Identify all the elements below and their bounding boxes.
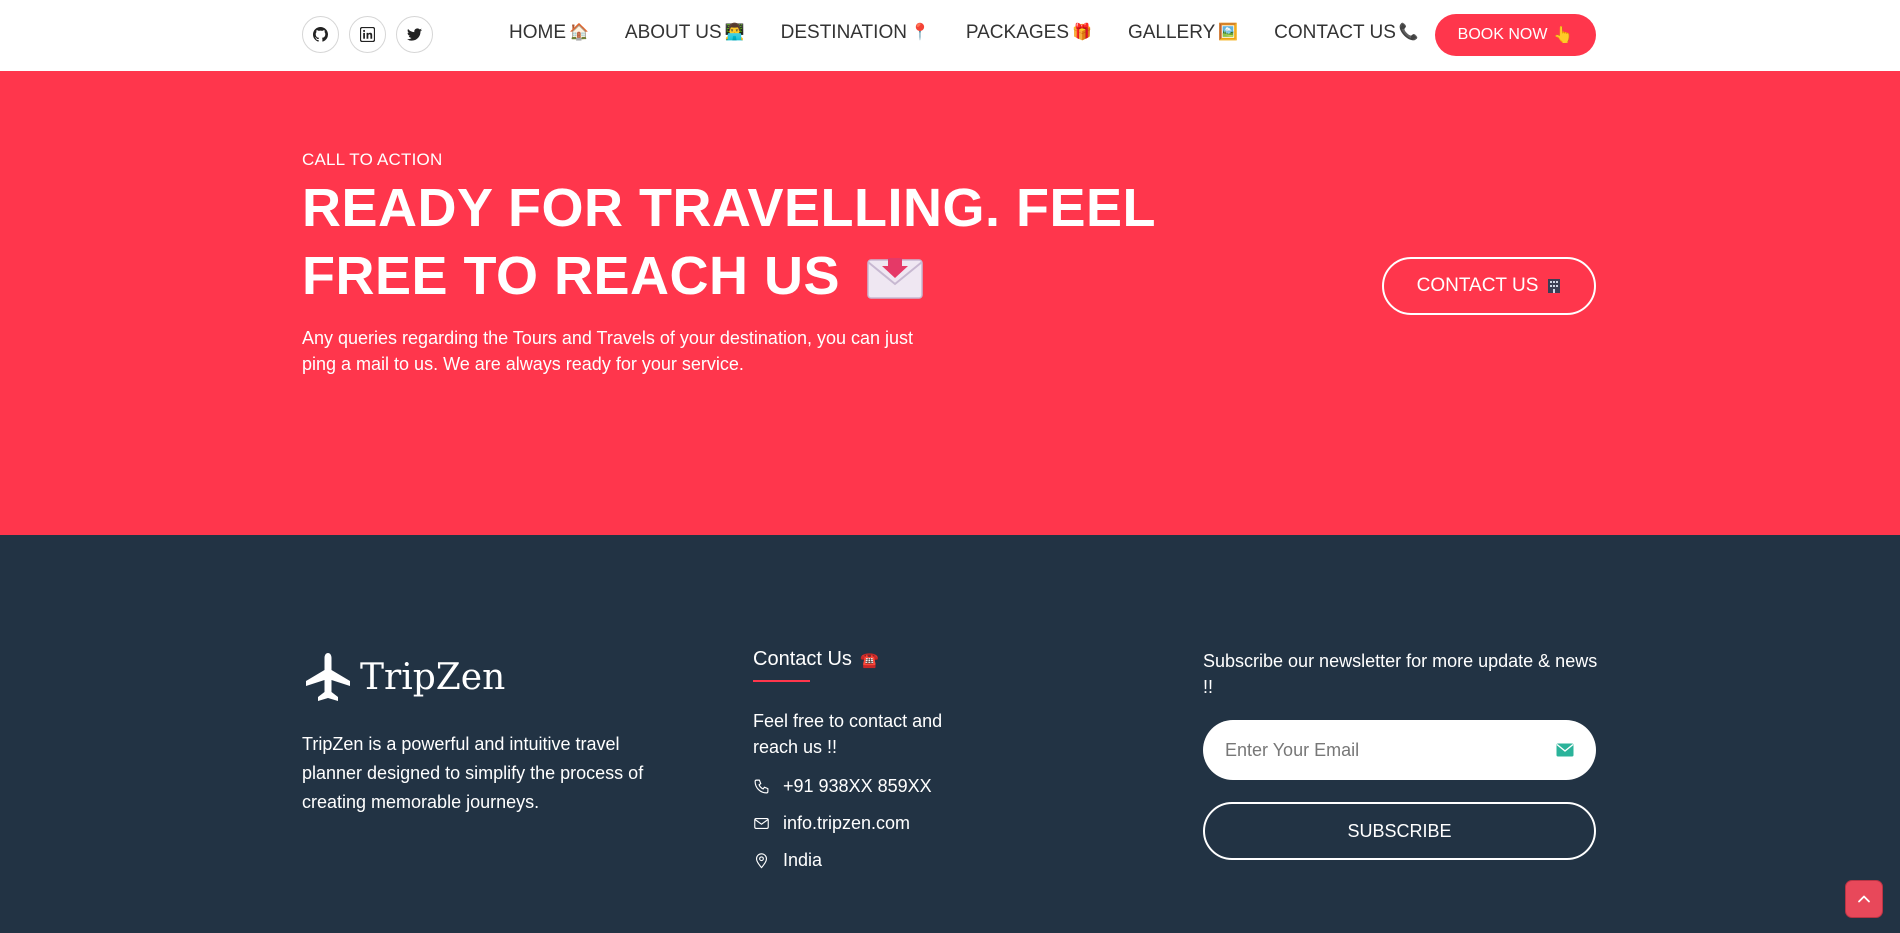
building-icon [1548, 279, 1561, 293]
linkedin-icon [360, 27, 375, 42]
subscribe-button[interactable]: SUBSCRIBE [1203, 802, 1596, 860]
cta-description: Any queries regarding the Tours and Trav… [302, 328, 914, 374]
plane-icon [306, 653, 350, 701]
nav-contact-label: CONTACT US [1274, 22, 1396, 43]
contact-location: India [753, 850, 973, 871]
scroll-to-top-button[interactable] [1845, 880, 1883, 918]
technologist-icon: 👨‍💻 [724, 24, 745, 41]
newsletter-email-box [1203, 720, 1596, 780]
telephone-icon: ☎️ [859, 651, 879, 669]
site-header: HOME 🏠 ABOUT US 👨‍💻 DESTINATION 📍 PACKAGES 🎁… [0, 0, 1900, 71]
nav-home[interactable]: HOME 🏠 [509, 22, 589, 44]
newsletter-email-input[interactable] [1225, 739, 1525, 761]
nav-gallery-label: GALLERY [1127, 22, 1216, 43]
nav-packages-label: PACKAGES [965, 22, 1070, 43]
footer-newsletter: Subscribe our newsletter for more update… [1203, 648, 1603, 860]
cta-contact-label: CONTACT US [1416, 275, 1539, 296]
main-nav: HOME 🏠 ABOUT US 👨‍💻 DESTINATION 📍 PACKAGES 🎁… [509, 22, 1419, 44]
pointing-hand-icon: 👆 [1553, 27, 1574, 44]
call-to-action-section: CALL TO ACTION READY FOR TRAVELLING. FEE… [0, 71, 1900, 535]
phone-icon [754, 779, 769, 794]
nav-about-us[interactable]: ABOUT US 👨‍💻 [625, 22, 745, 44]
gift-icon: 🎁 [1072, 24, 1092, 41]
phone-icon: 📞 [1398, 24, 1419, 41]
github-icon [313, 27, 328, 42]
cta-kicker: CALL TO ACTION [302, 150, 443, 169]
nav-home-label: HOME [509, 22, 566, 43]
footer-logo[interactable]: TripZen [302, 651, 505, 703]
footer-contact: Contact Us ☎️ Feel free to contact and r… [753, 648, 973, 871]
heading-underline [753, 680, 810, 682]
envelope-icon [1556, 743, 1574, 757]
nav-packages[interactable]: PACKAGES 🎁 [966, 22, 1092, 44]
contact-heading: Contact Us ☎️ [753, 648, 973, 671]
contact-description: Feel free to contact and reach us !! [753, 711, 943, 757]
linkedin-link[interactable] [349, 16, 386, 53]
mail-icon [754, 817, 769, 830]
contact-phone[interactable]: +91 938XX 859XX [753, 776, 973, 797]
logo-text: TripZen [360, 656, 506, 698]
github-link[interactable] [302, 16, 339, 53]
picture-icon: 🖼️ [1218, 24, 1239, 41]
contact-location-text: India [783, 850, 823, 870]
newsletter-text: Subscribe our newsletter for more update… [1203, 651, 1598, 697]
envelope-icon [866, 258, 923, 299]
cta-title-text: READY FOR TRAVELLING. FEEL FREE TO REACH… [302, 178, 1156, 306]
nav-destination[interactable]: DESTINATION 📍 [781, 22, 930, 44]
cta-contact-button[interactable]: CONTACT US [1382, 257, 1596, 315]
cta-title: READY FOR TRAVELLING. FEEL FREE TO REACH… [302, 174, 1202, 310]
social-links [302, 16, 433, 53]
nav-contact-us[interactable]: CONTACT US 📞 [1274, 22, 1419, 44]
footer-about-text: TripZen is a powerful and intuitive trav… [302, 734, 644, 812]
twitter-link[interactable] [396, 16, 433, 53]
house-icon: 🏠 [569, 24, 589, 41]
book-now-label: BOOK NOW [1457, 26, 1548, 43]
nav-about-label: ABOUT US [624, 22, 722, 43]
twitter-icon [407, 28, 422, 41]
nav-gallery[interactable]: GALLERY 🖼️ [1128, 22, 1238, 44]
book-now-button[interactable]: BOOK NOW 👆 [1435, 14, 1596, 56]
contact-email-text: info.tripzen.com [783, 813, 911, 833]
contact-phone-text: +91 938XX 859XX [783, 776, 932, 796]
pin-icon: 📍 [909, 24, 930, 41]
contact-email[interactable]: info.tripzen.com [753, 813, 973, 834]
nav-destination-label: DESTINATION [780, 22, 907, 43]
chevron-up-icon [1858, 895, 1870, 903]
site-footer: TripZen TripZen is a powerful and intuit… [0, 535, 1900, 933]
location-pin-icon [755, 853, 768, 869]
contact-heading-text: Contact Us [753, 648, 852, 670]
